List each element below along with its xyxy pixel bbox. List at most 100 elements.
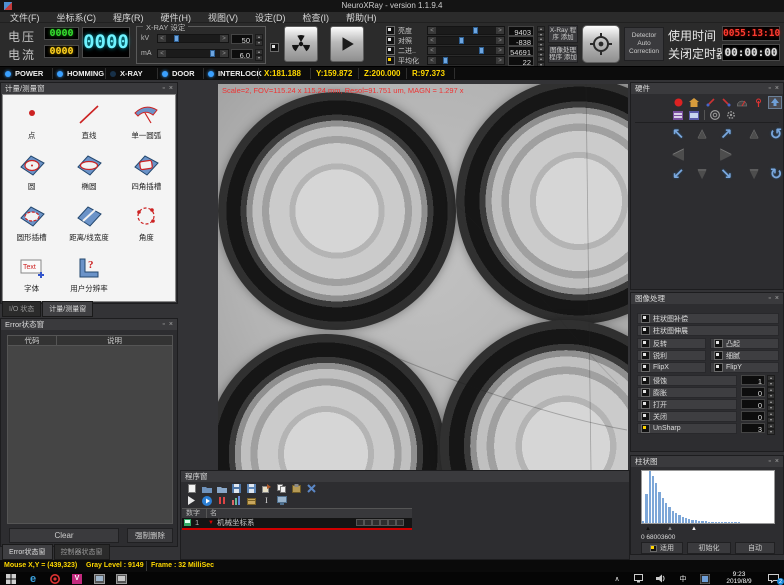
dilate-value[interactable]: 0 [741,387,765,397]
binary-spinner[interactable]: ▴▾ [537,46,545,56]
error-force-delete-button[interactable]: 强制删除 [127,528,173,543]
z-down-button[interactable]: ▼ [743,165,765,185]
histogram-init-button[interactable]: 初始化 [687,542,731,554]
average-slider[interactable]: < > [427,56,505,65]
xray-image-viewer[interactable]: Scale=2, FOV=115.24 x 115.24 mm, Resol=9… [218,84,628,470]
tab-measure-window[interactable]: 计量/测量窗 [42,301,93,317]
close-value[interactable]: 0 [741,411,765,421]
tab-error-status[interactable]: Error状态窗 [2,544,53,560]
contrast-left-icon[interactable]: < [428,37,436,44]
histogram-marker-high[interactable]: ▲ [691,526,697,532]
histogram-stretch-toggle[interactable]: 柱状图伸展 [637,325,779,336]
save-as-icon[interactable] [246,484,257,494]
app-window-icon-2[interactable] [110,572,132,585]
average-checkbox[interactable] [386,56,395,65]
unsharp-value[interactable]: 3 [741,423,765,433]
ma-slider[interactable]: < > [157,49,229,58]
tab-io-status[interactable]: I/O 状态 [2,301,41,317]
tool-line[interactable]: 直线 [60,100,117,151]
histogram-marker-mid[interactable]: ▲ [667,526,673,532]
average-spinner[interactable]: ▴▾ [537,56,545,66]
kv-slider-left-icon[interactable]: < [158,35,166,42]
move-down-left-button[interactable]: ↙ [667,165,689,185]
close-icon[interactable]: × [169,85,173,92]
antenna-icon[interactable] [752,97,764,108]
play-circle-icon[interactable] [201,496,212,506]
histogram-compensation-toggle[interactable]: 柱状图补偿 [637,313,779,324]
run-icon[interactable] [186,496,197,506]
ma-value[interactable]: 6.0 [231,49,253,59]
average-left-icon[interactable]: < [428,57,436,64]
notification-icon[interactable]: 2 [762,572,784,585]
pin-icon[interactable]: ▫ [162,321,164,328]
contrast-slider[interactable]: < > [427,36,505,45]
v-app-icon[interactable]: V [66,572,88,585]
contrast-value[interactable]: -838 [508,36,534,46]
chart-icon[interactable] [231,496,242,506]
open-toggle[interactable]: 打开 [637,399,737,410]
tool-single-arc[interactable]: 单一圆弧 [118,100,175,151]
tool-distance[interactable]: 距离/线宽度 [60,202,117,253]
tool-point[interactable]: 点 [3,100,60,151]
move-left-button[interactable]: ◀ [667,145,689,165]
lifering-icon[interactable] [709,110,721,121]
probe-b-icon[interactable] [720,97,732,108]
brightness-spinner[interactable]: ▴▾ [537,26,545,36]
unsharp-toggle[interactable]: UnSharp [637,423,737,434]
paste-icon[interactable] [291,484,302,494]
average-right-icon[interactable]: > [496,57,504,64]
save-icon[interactable] [231,484,242,494]
pin-icon[interactable]: ▫ [768,295,770,302]
ma-slider-thumb[interactable] [210,50,215,57]
card-a-icon[interactable] [672,110,684,121]
pin-icon[interactable]: ▫ [162,85,164,92]
open-spinner[interactable]: ▴▾ [767,399,775,409]
network-icon[interactable] [628,572,650,585]
package-icon[interactable] [246,496,257,506]
brightness-value[interactable]: 9403 [508,26,534,36]
flipx-toggle[interactable]: FlipX [637,362,706,373]
export-icon[interactable] [261,484,272,494]
error-clear-button[interactable]: Clear [9,528,119,543]
move-down-button[interactable]: ▼ [691,165,713,185]
gear-icon[interactable] [725,110,737,121]
tool-circ-slot[interactable]: 圆形插槽 [3,202,60,253]
brightness-slider[interactable]: < > [427,26,505,35]
delete-icon[interactable] [306,484,317,494]
menu-coordinate[interactable]: 坐标系(C) [57,11,97,24]
histogram-auto-button[interactable]: 自动 [735,542,775,554]
kv-slider-thumb[interactable] [174,35,179,42]
ma-slider-left-icon[interactable]: < [158,50,166,57]
kv-slider[interactable]: < > [157,34,229,43]
copy-icon[interactable] [276,484,287,494]
close-icon[interactable]: × [775,295,779,302]
contrast-right-icon[interactable]: > [496,37,504,44]
card-b-icon[interactable] [688,110,700,121]
tool-ellipse[interactable]: 椭圆 [60,151,117,202]
rotate-ccw-button[interactable]: ↺ [765,125,784,145]
erode-spinner[interactable]: ▴▾ [767,375,775,385]
dilate-spinner[interactable]: ▴▾ [767,387,775,397]
pin-icon[interactable]: ▫ [768,458,770,465]
app-window-icon-1[interactable] [88,572,110,585]
record-icon[interactable] [672,97,684,108]
tool-circle[interactable]: 圆 [3,151,60,202]
text-tool-icon[interactable]: I [261,496,272,506]
smooth-toggle[interactable]: 细腻 [710,350,779,361]
close-icon[interactable]: × [169,321,173,328]
kv-spinner[interactable]: ▴▾ [255,34,263,44]
tray-expand-icon[interactable]: ∧ [606,572,628,585]
move-down-right-button[interactable]: ↘ [715,165,737,185]
start-button[interactable] [0,572,22,585]
gauge-icon[interactable] [736,97,748,108]
unsharp-spinner[interactable]: ▴▾ [767,423,775,433]
edge-browser-icon[interactable]: e [22,572,44,585]
binary-right-icon[interactable]: > [496,47,504,54]
kv-value[interactable]: 50 [231,34,253,44]
close-toggle[interactable]: 关闭 [637,411,737,422]
ime-indicator[interactable]: 中 [672,572,694,585]
move-up-right-button[interactable]: ↗ [715,125,737,145]
binary-left-icon[interactable]: < [428,47,436,54]
new-icon[interactable] [186,484,197,494]
pause-icon[interactable] [216,496,227,506]
